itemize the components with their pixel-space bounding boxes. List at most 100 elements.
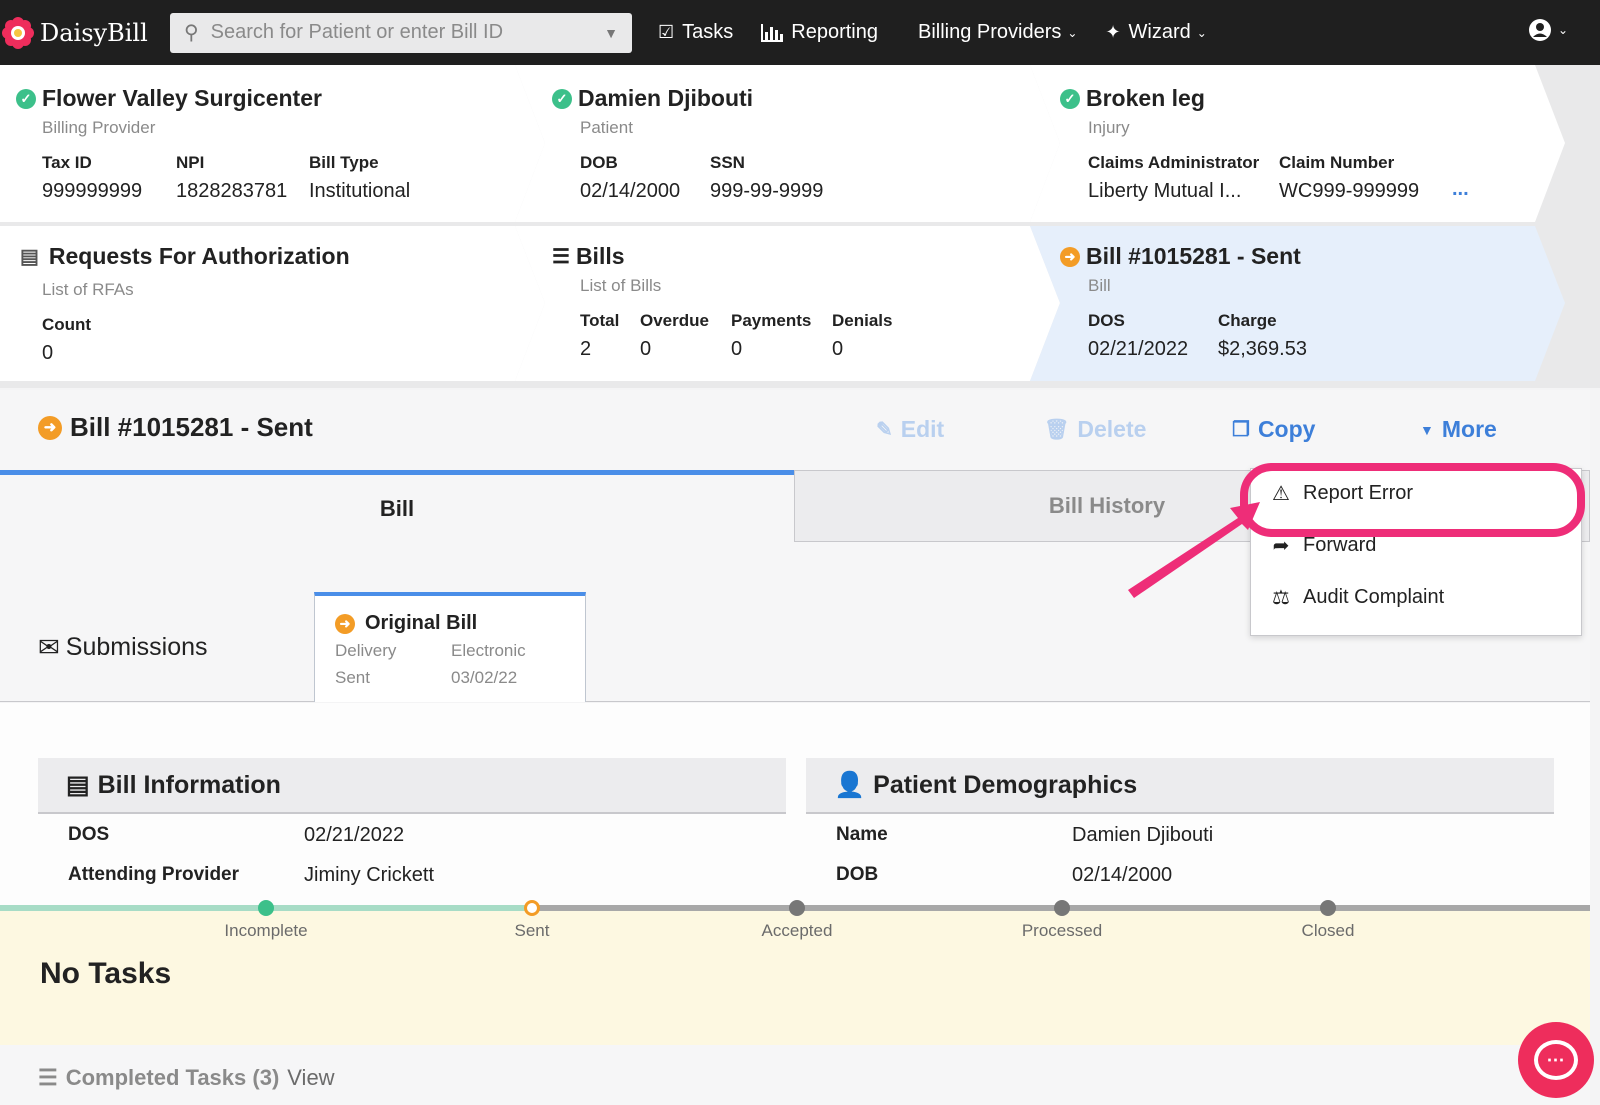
tab-bill[interactable]: Bill [0,470,794,542]
bills-card-title[interactable]: ☰ Bills [552,243,625,270]
summary-cards: ✓ Flower Valley Surgicenter Billing Prov… [0,65,1600,388]
chevron-down-icon: ⌄ [1557,23,1568,37]
bill-title-text: Bill #1015281 - Sent [70,412,313,442]
bill-dos-label: DOS [1088,311,1125,330]
bill-detail: ▤ Bill Information DOS 02/21/2022 Attend… [0,703,1590,913]
step-sent-label: Sent [514,921,550,940]
npi-label: NPI [176,153,205,172]
view-completed-link[interactable]: View [287,1065,334,1091]
patient-demographics-panel: 👤 Patient Demographics Name Damien Djibo… [806,758,1554,894]
bill-info-dos-label: DOS [68,824,110,845]
ssn-label: SSN [710,153,745,172]
menu-item-audit-complaint[interactable]: ⚖ Audit Complaint [1267,585,1444,610]
status-progress: Incomplete Sent Accepted Processed Close… [0,900,1590,1045]
logo[interactable]: DaisyBill [2,16,162,49]
injury-card-title[interactable]: ✓ Broken leg [1060,85,1205,112]
bills-overdue-value: 0 [640,338,652,360]
nav-wizard[interactable]: ✦ Wizard ⌄ [1105,21,1206,44]
ssn-value: 999-99-9999 [710,180,824,202]
step-accepted-label: Accepted [761,921,833,940]
caret-down-icon[interactable]: ▼ [604,25,618,41]
trash-icon: 🗑 [1044,419,1070,441]
card-backgrounds [0,65,1565,381]
patient-card-title[interactable]: ✓ Damien Djibouti [552,85,753,112]
bill-info-row: Attending Provider Jiminy Crickett [38,854,786,894]
copy-button[interactable]: ❐ Copy [1232,416,1315,443]
rfa-title: Requests For Authorization [48,243,350,269]
rfa-card-title[interactable]: ▤ Requests For Authorization [20,243,350,270]
bar-chart-icon [761,23,784,42]
delivery-value: Electronic [451,641,526,660]
no-tasks-text: No Tasks [40,957,172,990]
bill-information-panel: ▤ Bill Information DOS 02/21/2022 Attend… [38,758,786,894]
bill-charge-value: $2,369.53 [1218,338,1307,360]
tab-bill-label: Bill [379,495,415,521]
invoice-icon: ▤ [66,771,90,799]
search-input[interactable]: ⚲ Search for Patient or enter Bill ID ▼ [170,12,632,53]
nav-billing-providers[interactable]: Billing Providers ⌄ [918,21,1077,44]
magic-wand-icon: ✦ [1105,22,1121,42]
bills-overdue-label: Overdue [640,311,709,330]
bill-info-row: DOS 02/21/2022 [38,814,786,854]
more-link[interactable]: ... [1452,178,1469,201]
pencil-icon: ✎ [876,419,893,441]
submissions-label: ✉ Submissions [38,632,208,663]
nav-reporting-label: Reporting [791,21,878,43]
user-menu[interactable]: ⌄ [1528,18,1568,42]
step-accepted-dot [789,900,805,916]
delete-button[interactable]: 🗑 Delete [1044,416,1146,443]
demographics-name-label: Name [836,824,888,845]
step-closed-label: Closed [1301,921,1355,940]
demographics-name-value: Damien Djibouti [1072,824,1214,846]
sent-label: Sent [335,668,370,687]
provider-card-title[interactable]: ✓ Flower Valley Surgicenter [16,85,322,112]
nav-tasks[interactable]: ☑ Tasks [658,21,733,44]
step-incomplete-dot [258,900,274,916]
step-sent-dot [524,900,540,916]
user-icon: 👤 [834,770,866,799]
bills-denials-value: 0 [832,338,844,360]
patient-demographics-header: 👤 Patient Demographics [806,758,1554,814]
bill-header: ➜ Bill #1015281 - Sent ✎ Edit 🗑 Delete ❐… [0,390,1590,470]
delivery-label: Delivery [335,641,397,660]
more-button[interactable]: ▼ More [1420,416,1497,443]
balance-scale-icon: ⚖ [1272,587,1290,609]
bills-sub: List of Bills [580,276,662,295]
search-icon: ⚲ [184,22,199,44]
chevron-down-icon: ⌄ [1067,25,1078,40]
bill-card-title[interactable]: ➜ Bill #1015281 - Sent [1060,243,1301,270]
copy-icon: ❐ [1232,419,1250,441]
original-bill-text: Original Bill [365,612,478,634]
logo-text: DaisyBill [40,18,148,47]
npi-value: 1828283781 [176,180,288,202]
forward-label: Forward [1303,534,1377,556]
patient-sub: Patient [580,118,633,137]
chat-bubble-icon: ⋯ [1534,1040,1578,1080]
bills-denials-label: Denials [832,311,893,330]
step-processed-dot [1054,900,1070,916]
bill-information-title: Bill Information [97,770,281,799]
demographics-row: Name Damien Djibouti [806,814,1554,854]
attending-provider-label: Attending Provider [68,864,240,885]
provider-sub: Billing Provider [42,118,156,137]
bills-payments-label: Payments [731,311,812,330]
dob-label: DOB [580,153,618,172]
nav-reporting[interactable]: Reporting [761,21,878,44]
rfa-sub: List of RFAs [42,280,134,299]
daisy-logo-icon [2,16,34,49]
bills-payments-value: 0 [731,338,743,360]
user-circle-icon [1528,19,1551,41]
original-bill-card[interactable]: ➜ Original Bill Delivery Electronic Sent… [314,592,586,702]
completed-tasks: ☰ Completed Tasks (3) View [38,1065,335,1091]
annotation-highlight [1240,463,1585,537]
patient-demographics-title: Patient Demographics [873,770,1138,799]
chat-button[interactable]: ⋯ [1518,1022,1594,1098]
edit-button[interactable]: ✎ Edit [876,416,944,443]
original-bill-title: ➜ Original Bill [335,612,477,635]
bill-information-header: ▤ Bill Information [38,758,786,814]
bills-total-value: 2 [580,338,592,360]
copy-label: Copy [1257,416,1316,442]
check-circle-icon: ✓ [1060,88,1080,109]
bill-type-label: Bill Type [309,153,379,172]
sent-value: 03/02/22 [451,668,518,687]
